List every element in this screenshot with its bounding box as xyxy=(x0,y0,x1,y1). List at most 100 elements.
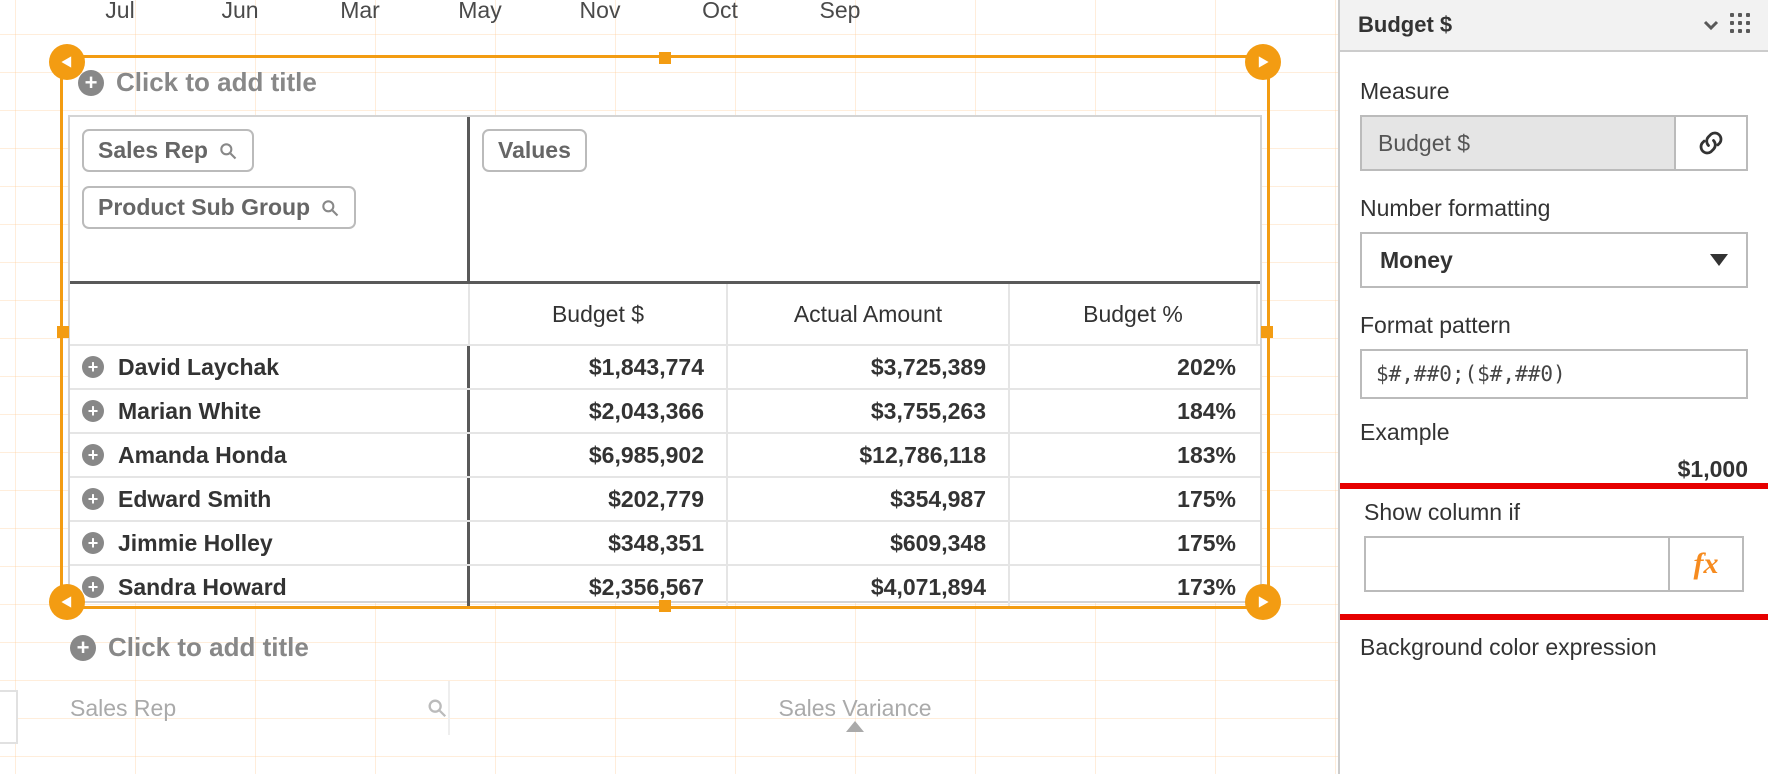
month-label: Sep xyxy=(780,0,900,27)
month-label: Oct xyxy=(660,0,780,27)
values-chip[interactable]: Values xyxy=(482,129,587,172)
expand-icon[interactable]: + xyxy=(82,532,104,554)
format-pattern-input[interactable]: $#,##0;($#,##0) xyxy=(1360,349,1748,399)
cell-actual: $4,071,894 xyxy=(728,566,1010,608)
month-label: Nov xyxy=(540,0,660,27)
measure-value: Budget $ xyxy=(1362,117,1674,169)
month-label: Mar xyxy=(300,0,420,27)
month-label: Jun xyxy=(180,0,300,27)
expression-editor-button[interactable]: fx xyxy=(1668,538,1742,590)
properties-panel: Budget $ Measure Budget $ Number formatt… xyxy=(1338,0,1768,774)
cell-pct: 173% xyxy=(1010,566,1258,608)
cell-actual: $3,755,263 xyxy=(728,390,1010,432)
lower-object[interactable]: + Click to add title Sales Rep Sales Var… xyxy=(70,632,1260,735)
arrow-handle-bottom-left[interactable] xyxy=(49,584,85,620)
column-header-actual[interactable]: Actual Amount xyxy=(728,284,1010,344)
show-column-if-input[interactable] xyxy=(1366,538,1668,590)
show-column-if-label: Show column if xyxy=(1364,499,1744,526)
measure-label: Measure xyxy=(1360,78,1748,105)
expand-icon[interactable]: + xyxy=(82,488,104,510)
cell-pct: 183% xyxy=(1010,434,1258,476)
chevron-down-icon[interactable] xyxy=(1700,14,1722,36)
link-icon xyxy=(1696,128,1726,158)
resize-handle-top[interactable] xyxy=(659,52,671,64)
title-placeholder[interactable]: Click to add title xyxy=(108,632,309,663)
arrow-handle-top-right[interactable] xyxy=(1245,44,1281,80)
format-pattern-value: $#,##0;($#,##0) xyxy=(1376,362,1566,386)
cell-pct: 175% xyxy=(1010,478,1258,520)
cell-actual: $12,786,118 xyxy=(728,434,1010,476)
table-row[interactable]: + Marian White $2,043,366 $3,755,263 184% xyxy=(70,388,1260,432)
add-title-icon[interactable]: + xyxy=(78,70,104,96)
cell-actual: $354,987 xyxy=(728,478,1010,520)
resize-handle-bottom[interactable] xyxy=(659,600,671,612)
format-pattern-label: Format pattern xyxy=(1360,312,1748,339)
search-icon xyxy=(320,198,340,218)
dimension-chip-salesrep[interactable]: Sales Rep xyxy=(82,129,254,172)
drag-handle-icon[interactable] xyxy=(1730,13,1754,37)
fx-icon: fx xyxy=(1694,547,1719,581)
dimension-chip-subgroup[interactable]: Product Sub Group xyxy=(82,186,356,229)
search-icon[interactable] xyxy=(426,697,448,719)
table-body: + David Laychak $1,843,774 $3,725,389 202… xyxy=(70,344,1260,608)
expand-icon[interactable]: + xyxy=(82,576,104,598)
cell-budget: $202,779 xyxy=(470,478,728,520)
table-row[interactable]: + Amanda Honda $6,985,902 $12,786,118 183… xyxy=(70,432,1260,476)
chip-label: Values xyxy=(498,137,571,164)
resize-handle-left[interactable] xyxy=(57,326,69,338)
row-name: David Laychak xyxy=(118,354,279,381)
select-value: Money xyxy=(1380,247,1453,274)
resize-handle-right[interactable] xyxy=(1261,326,1273,338)
table-row[interactable]: + Edward Smith $202,779 $354,987 175% xyxy=(70,476,1260,520)
number-formatting-select[interactable]: Money xyxy=(1360,232,1748,288)
arrow-handle-top-left[interactable] xyxy=(49,44,85,80)
row-name: Jimmie Holley xyxy=(118,530,273,557)
number-formatting-label: Number formatting xyxy=(1360,195,1748,222)
cell-budget: $2,356,567 xyxy=(470,566,728,608)
selected-pivot-object[interactable]: + Click to add title Sales Rep Product S… xyxy=(60,55,1270,609)
expand-icon[interactable]: + xyxy=(82,356,104,378)
cell-pct: 184% xyxy=(1010,390,1258,432)
arrow-handle-bottom-right[interactable] xyxy=(1245,584,1281,620)
example-label: Example xyxy=(1360,419,1748,446)
add-title-icon[interactable]: + xyxy=(70,635,96,661)
measure-label[interactable]: Sales Variance xyxy=(779,695,932,722)
expand-icon[interactable]: + xyxy=(82,444,104,466)
column-header-budget[interactable]: Budget $ xyxy=(470,284,728,344)
pivot-table[interactable]: Sales Rep Product Sub Group Values Bu xyxy=(68,115,1262,603)
dimension-label[interactable]: Sales Rep xyxy=(70,695,416,722)
cell-pct: 202% xyxy=(1010,346,1258,388)
link-button[interactable] xyxy=(1674,117,1746,169)
table-row[interactable]: + Jimmie Holley $348,351 $609,348 175% xyxy=(70,520,1260,564)
month-label: Jul xyxy=(60,0,180,27)
row-name: Sandra Howard xyxy=(118,574,287,601)
cell-budget: $348,351 xyxy=(470,522,728,564)
highlighted-show-column-if: Show column if fx xyxy=(1340,483,1768,620)
panel-title: Budget $ xyxy=(1358,12,1452,38)
chip-label: Sales Rep xyxy=(98,137,208,164)
corner-cell xyxy=(70,284,470,344)
title-placeholder[interactable]: Click to add title xyxy=(116,67,317,98)
panel-header[interactable]: Budget $ xyxy=(1340,0,1768,52)
dropdown-caret-icon xyxy=(1710,254,1728,266)
row-name: Edward Smith xyxy=(118,486,271,513)
cell-pct: 175% xyxy=(1010,522,1258,564)
background-color-expression-label: Background color expression xyxy=(1360,634,1748,661)
expand-icon[interactable]: + xyxy=(82,400,104,422)
month-label: May xyxy=(420,0,540,27)
cell-budget: $2,043,366 xyxy=(470,390,728,432)
example-value: $1,000 xyxy=(1360,456,1748,483)
row-name: Marian White xyxy=(118,398,261,425)
cell-budget: $6,985,902 xyxy=(470,434,728,476)
row-name: Amanda Honda xyxy=(118,442,287,469)
cell-actual: $609,348 xyxy=(728,522,1010,564)
partial-object-left xyxy=(0,690,18,744)
column-header-pct[interactable]: Budget % xyxy=(1010,284,1258,344)
search-icon xyxy=(218,141,238,161)
cell-actual: $3,725,389 xyxy=(728,346,1010,388)
table-row[interactable]: + David Laychak $1,843,774 $3,725,389 202… xyxy=(70,344,1260,388)
cell-budget: $1,843,774 xyxy=(470,346,728,388)
chip-label: Product Sub Group xyxy=(98,194,310,221)
measure-field[interactable]: Budget $ xyxy=(1360,115,1748,171)
sort-indicator-icon xyxy=(846,721,864,732)
